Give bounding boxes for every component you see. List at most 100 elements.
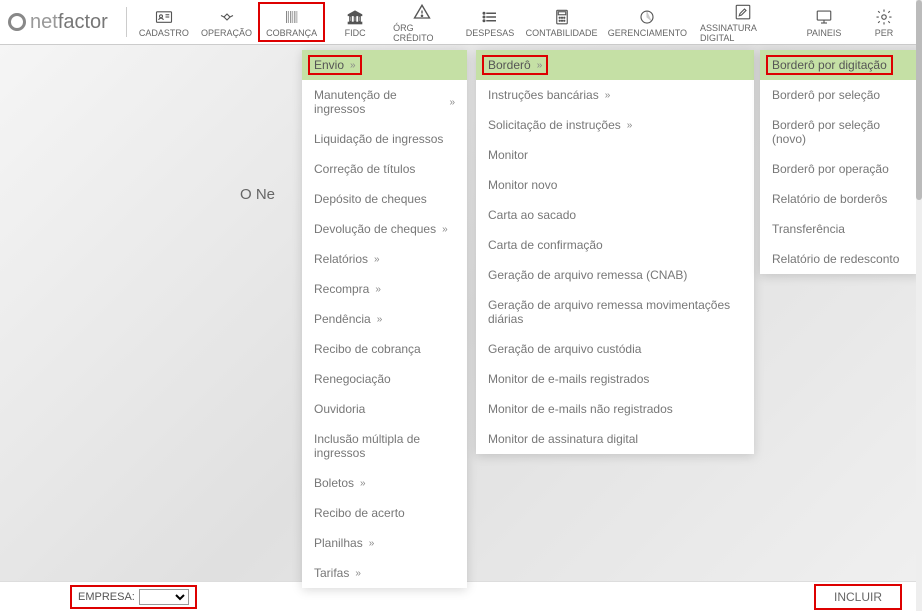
menu-column-bordero-digitacao: Borderô por digitação Borderô por seleção… [760, 50, 920, 274]
menu-item[interactable]: Borderô por operação [760, 154, 920, 184]
menu-item[interactable]: Tarifas» [302, 558, 467, 588]
empresa-label: EMPRESA: [78, 591, 135, 603]
menu-item[interactable]: Transferência [760, 214, 920, 244]
menu-item[interactable]: Devolução de cheques» [302, 214, 467, 244]
chevron-right-icon: » [605, 90, 611, 101]
menu-item[interactable]: Boletos» [302, 468, 467, 498]
menu-header-label: Envio» [308, 55, 362, 75]
gear-icon [873, 6, 895, 28]
nav-item-assinatura-digital[interactable]: ASSINATURA DIGITAL [692, 0, 794, 45]
menu-item-label: Relatórios [314, 252, 368, 266]
menu-item[interactable]: Planilhas» [302, 528, 467, 558]
menu-item[interactable]: Pendência» [302, 304, 467, 334]
menu-item-label: Recompra [314, 282, 369, 296]
menu-item[interactable]: Monitor de e-mails registrados [476, 364, 754, 394]
menu-item[interactable]: Carta ao sacado [476, 200, 754, 230]
menu-item[interactable]: Recibo de cobrança [302, 334, 467, 364]
menu-item-label: Carta ao sacado [488, 208, 576, 222]
menu-header[interactable]: Envio» [302, 50, 467, 80]
menu-header[interactable]: Borderô» [476, 50, 754, 80]
menu-item[interactable]: Liquidação de ingressos [302, 124, 467, 154]
menu-item-label: Planilhas [314, 536, 363, 550]
menu-item[interactable]: Inclusão múltipla de ingressos [302, 424, 467, 468]
nav-item-paineis[interactable]: PAINEIS [794, 4, 854, 40]
menu-item-label: Carta de confirmação [488, 238, 603, 252]
menu-item[interactable]: Relatório de redesconto [760, 244, 920, 274]
scrollbar-track[interactable] [916, 0, 922, 611]
empresa-select[interactable] [139, 589, 189, 605]
nav-item-per[interactable]: PER [854, 4, 914, 40]
nav-item-despesas[interactable]: DESPESAS [460, 4, 521, 40]
menu-item[interactable]: Carta de confirmação [476, 230, 754, 260]
nav-label: ÓRG CRÉDITO [393, 23, 451, 43]
menu-item-label: Instruções bancárias [488, 88, 599, 102]
menu-item-label: Inclusão múltipla de ingressos [314, 432, 455, 460]
logo-text-factor: factor [58, 11, 108, 34]
menu-item-label: Monitor de assinatura digital [488, 432, 638, 446]
menu-item[interactable]: Monitor [476, 140, 754, 170]
nav-item-fidc[interactable]: FIDC [325, 4, 385, 40]
nav-item-órg-crédito[interactable]: ÓRG CRÉDITO [385, 0, 459, 45]
menu-item[interactable]: Relatório de borderôs [760, 184, 920, 214]
warning-icon [411, 1, 433, 23]
nav-item-gerenciamento[interactable]: GERENCIAMENTO [603, 4, 692, 40]
nav-item-cadastro[interactable]: CADASTRO [133, 4, 195, 40]
menu-item[interactable]: Geração de arquivo remessa (CNAB) [476, 260, 754, 290]
incluir-button[interactable]: INCLUIR [814, 584, 902, 610]
id-card-icon [153, 6, 175, 28]
chevron-right-icon: » [449, 97, 455, 108]
menu-item[interactable]: Relatórios» [302, 244, 467, 274]
menu-item-label: Geração de arquivo remessa movimentações… [488, 298, 742, 326]
nav-items: CADASTRO OPERAÇÃO COBRANÇA FIDC ÓRG CRÉDITO D… [133, 0, 914, 45]
nav-item-cobrança[interactable]: COBRANÇA [258, 2, 325, 42]
logo-circle-icon [8, 13, 26, 31]
menu-item[interactable]: Monitor de e-mails não registrados [476, 394, 754, 424]
menu-item-label: Borderô por seleção [772, 88, 880, 102]
menu-item[interactable]: Borderô por seleção (novo) [760, 110, 920, 154]
nav-item-operação[interactable]: OPERAÇÃO [195, 4, 258, 40]
menu-item-label: Manutenção de ingressos [314, 88, 443, 116]
monitor-icon [813, 6, 835, 28]
chevron-right-icon: » [627, 120, 633, 131]
menu-item[interactable]: Recompra » [302, 274, 467, 304]
nav-item-contabilidade[interactable]: CONTABILIDADE [520, 4, 602, 40]
nav-label: GERENCIAMENTO [608, 28, 687, 38]
nav-label: CONTABILIDADE [526, 28, 598, 38]
menu-item-label: Devolução de cheques [314, 222, 436, 236]
menu-item-label: Geração de arquivo custódia [488, 342, 641, 356]
nav-label: OPERAÇÃO [201, 28, 252, 38]
list-icon [479, 6, 501, 28]
menu-item-label: Renegociação [314, 372, 391, 386]
scrollbar-thumb[interactable] [916, 0, 922, 200]
chevron-right-icon: » [375, 284, 381, 295]
menu-header[interactable]: Borderô por digitação [760, 50, 920, 80]
menu-item[interactable]: Borderô por seleção [760, 80, 920, 110]
chevron-right-icon: » [377, 314, 383, 325]
chevron-right-icon: » [355, 568, 361, 579]
handshake-icon [216, 6, 238, 28]
menu-item[interactable]: Recibo de acerto [302, 498, 467, 528]
chevron-right-icon: » [350, 60, 356, 71]
menu-item[interactable]: Geração de arquivo remessa movimentações… [476, 290, 754, 334]
menu-column-bordero: Borderô»Instruções bancárias»Solicitação… [476, 50, 754, 454]
menu-item[interactable]: Correção de títulos [302, 154, 467, 184]
menu-item-label: Depósito de cheques [314, 192, 427, 206]
menu-item-label: Recibo de acerto [314, 506, 405, 520]
menu-item[interactable]: Solicitação de instruções» [476, 110, 754, 140]
nav-label: CADASTRO [139, 28, 189, 38]
bank-icon [344, 6, 366, 28]
pie-icon [636, 6, 658, 28]
menu-item[interactable]: Depósito de cheques [302, 184, 467, 214]
menu-item[interactable]: Renegociação [302, 364, 467, 394]
menu-item[interactable]: Manutenção de ingressos » [302, 80, 467, 124]
calculator-icon [551, 6, 573, 28]
topbar: netfactor CADASTROOPERAÇÃOCOBRANÇAFIDCÓR… [0, 0, 922, 45]
menu-item[interactable]: Instruções bancárias » [476, 80, 754, 110]
menu-item[interactable]: Ouvidoria [302, 394, 467, 424]
chevron-right-icon: » [360, 478, 366, 489]
menu-item[interactable]: Geração de arquivo custódia [476, 334, 754, 364]
menu-item[interactable]: Monitor de assinatura digital [476, 424, 754, 454]
nav-label: FIDC [345, 28, 366, 38]
menu-item[interactable]: Monitor novo [476, 170, 754, 200]
menu-header-label: Borderô» [482, 55, 548, 75]
